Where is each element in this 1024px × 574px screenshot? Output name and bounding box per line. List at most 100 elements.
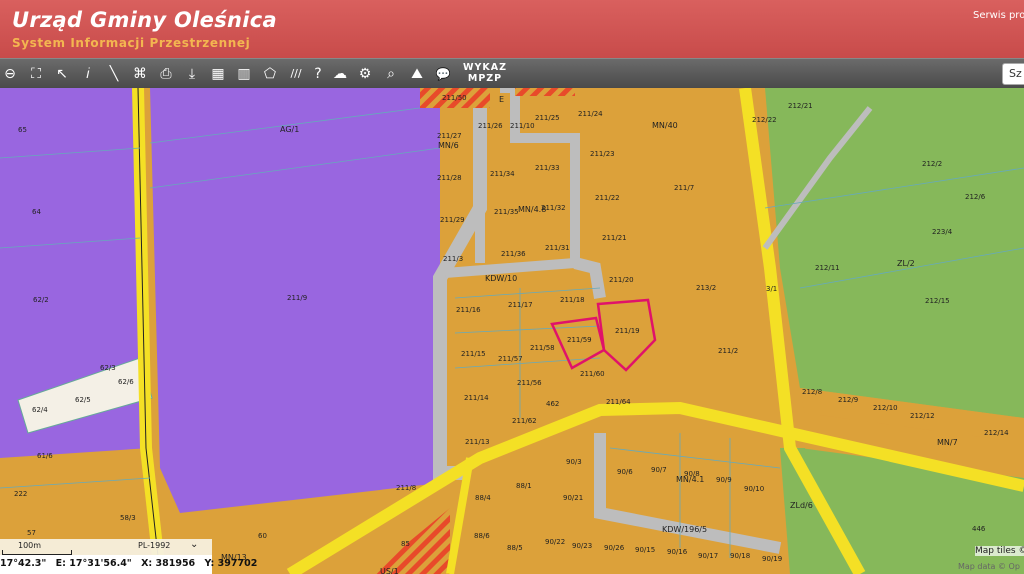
settings-icon[interactable]: ⚙ — [355, 64, 375, 84]
svg-text:88/5: 88/5 — [507, 544, 523, 552]
svg-text:90/16: 90/16 — [667, 548, 688, 556]
svg-text:211/20: 211/20 — [609, 276, 634, 284]
svg-text:211/50: 211/50 — [442, 94, 467, 102]
svg-text:211/59: 211/59 — [567, 336, 592, 344]
download-icon[interactable]: ⤓ — [182, 64, 202, 84]
svg-text:211/8: 211/8 — [396, 484, 416, 492]
svg-text:211/36: 211/36 — [501, 250, 526, 258]
svg-text:211/27: 211/27 — [437, 132, 462, 140]
svg-text:90/17: 90/17 — [698, 552, 718, 560]
svg-text:211/26: 211/26 — [478, 122, 503, 130]
svg-text:222: 222 — [14, 490, 27, 498]
svg-text:90/15: 90/15 — [635, 546, 655, 554]
svg-text:90/7: 90/7 — [651, 466, 667, 474]
svg-text:212/10: 212/10 — [873, 404, 898, 412]
mpzp-label: MPZP — [467, 73, 503, 84]
svg-text:212/8: 212/8 — [802, 388, 822, 396]
svg-text:211/10: 211/10 — [510, 122, 535, 130]
info-icon[interactable]: 𝑖 — [78, 64, 98, 84]
wykaz-mpzp-button[interactable]: WYKAZ MPZP — [461, 62, 509, 84]
svg-text:57: 57 — [27, 529, 36, 537]
svg-text:211/60: 211/60 — [580, 370, 605, 378]
svg-text:212/22: 212/22 — [752, 116, 777, 124]
measure-area-icon[interactable]: ⌘ — [130, 64, 150, 84]
svg-text:212/6: 212/6 — [965, 193, 986, 201]
search-map-icon[interactable]: ⌕ — [381, 64, 401, 84]
svg-text:211/31: 211/31 — [545, 244, 570, 252]
svg-text:61/6: 61/6 — [37, 452, 53, 460]
print-icon[interactable]: ⎙ — [156, 64, 176, 84]
svg-text:MN/4.1: MN/4.1 — [676, 475, 704, 484]
hatch-icon[interactable]: /// — [284, 64, 308, 84]
svg-text:211/24: 211/24 — [578, 110, 603, 118]
wykaz-label: WYKAZ — [463, 62, 507, 73]
svg-text:211/3: 211/3 — [443, 255, 463, 263]
map-canvas[interactable]: 211/50 211/25 211/24 211/27 211/26 211/10 21… — [0, 88, 1024, 574]
svg-text:90/19: 90/19 — [762, 555, 782, 563]
help-icon[interactable]: ? — [308, 64, 328, 84]
svg-text:MN/6: MN/6 — [438, 141, 459, 150]
svg-text:211/34: 211/34 — [490, 170, 515, 178]
svg-text:AG/1: AG/1 — [280, 125, 299, 134]
service-link[interactable]: Serwis prov — [973, 10, 1024, 21]
svg-text:212/2: 212/2 — [922, 160, 942, 168]
svg-text:211/28: 211/28 — [437, 174, 462, 182]
svg-text:90/23: 90/23 — [572, 542, 592, 550]
map-data-attribution[interactable]: Map data © Op — [958, 562, 1020, 571]
projection-select[interactable]: PL-1992 — [138, 541, 170, 550]
svg-text:90/9: 90/9 — [716, 476, 732, 484]
svg-text:60: 60 — [258, 532, 267, 540]
svg-text:MN/40: MN/40 — [652, 121, 678, 130]
svg-text:88/6: 88/6 — [474, 532, 490, 540]
svg-text:65: 65 — [18, 126, 27, 134]
svg-text:212/14: 212/14 — [984, 429, 1009, 437]
svg-text:212/9: 212/9 — [838, 396, 858, 404]
chat-icon[interactable]: 💬 — [433, 64, 453, 84]
svg-text:212/12: 212/12 — [910, 412, 935, 420]
toolbar: ⊖ ⛶ ↖ 𝑖 ╲ ⌘ ⎙ ⤓ ▦ ▥ ⬠ /// ? ☁ ⚙ ⌕ ⛰ 💬 WY… — [0, 58, 1024, 88]
svg-text:90/6: 90/6 — [617, 468, 633, 476]
svg-text:90/18: 90/18 — [730, 552, 750, 560]
app-header: Urząd Gminy Oleśnica System Informacji P… — [0, 0, 1024, 58]
svg-text:211/17: 211/17 — [508, 301, 533, 309]
svg-text:211/56: 211/56 — [517, 379, 542, 387]
map-tiles-attribution[interactable]: Map tiles © — [975, 546, 1024, 556]
coordinates-readout: 17°42.3" E: 17°31'56.4" X: 381956 Y: 397… — [0, 555, 257, 574]
search-input[interactable]: Sz — [1002, 63, 1024, 85]
layers-icon[interactable]: ▦ — [208, 64, 228, 84]
measure-line-icon[interactable]: ╲ — [104, 64, 124, 84]
svg-text:64: 64 — [32, 208, 41, 216]
coord-e: E: 17°31'56.4" — [55, 558, 132, 569]
svg-text:211/15: 211/15 — [461, 350, 486, 358]
coord-x: X: 381956 — [141, 558, 196, 569]
svg-text:211/35: 211/35 — [494, 208, 519, 216]
svg-text:62/6: 62/6 — [118, 378, 134, 386]
layout-icon[interactable]: ▥ — [234, 64, 254, 84]
svg-text:88/4: 88/4 — [475, 494, 491, 502]
svg-text:85: 85 — [401, 540, 410, 548]
svg-text:211/23: 211/23 — [590, 150, 615, 158]
svg-text:KDW/10: KDW/10 — [485, 274, 517, 283]
svg-text:211/21: 211/21 — [602, 234, 627, 242]
svg-text:US/1: US/1 — [380, 567, 399, 574]
road-icon[interactable]: ⛰ — [407, 64, 427, 84]
svg-text:462: 462 — [546, 400, 559, 408]
svg-text:88/1: 88/1 — [516, 482, 532, 490]
cloud-icon[interactable]: ☁ — [330, 64, 350, 84]
svg-text:211/58: 211/58 — [530, 344, 555, 352]
app-subtitle: System Informacji Przestrzennej — [12, 36, 251, 50]
shape-icon[interactable]: ⬠ — [260, 64, 280, 84]
svg-text:3/1: 3/1 — [766, 285, 777, 293]
svg-text:90/22: 90/22 — [545, 538, 565, 546]
chevron-down-icon[interactable]: ⌄ — [190, 539, 198, 550]
svg-text:E: E — [499, 95, 504, 104]
app-title: Urząd Gminy Oleśnica — [12, 8, 277, 32]
zoom-out-icon[interactable]: ⊖ — [0, 64, 20, 84]
zoom-extent-icon[interactable]: ⛶ — [26, 64, 46, 84]
scale-label: 100m — [18, 541, 42, 550]
svg-text:ZLd/6: ZLd/6 — [790, 501, 813, 510]
pointer-icon[interactable]: ↖ — [52, 64, 72, 84]
svg-text:212/11: 212/11 — [815, 264, 840, 272]
svg-text:90/3: 90/3 — [566, 458, 582, 466]
svg-text:446: 446 — [972, 525, 986, 533]
